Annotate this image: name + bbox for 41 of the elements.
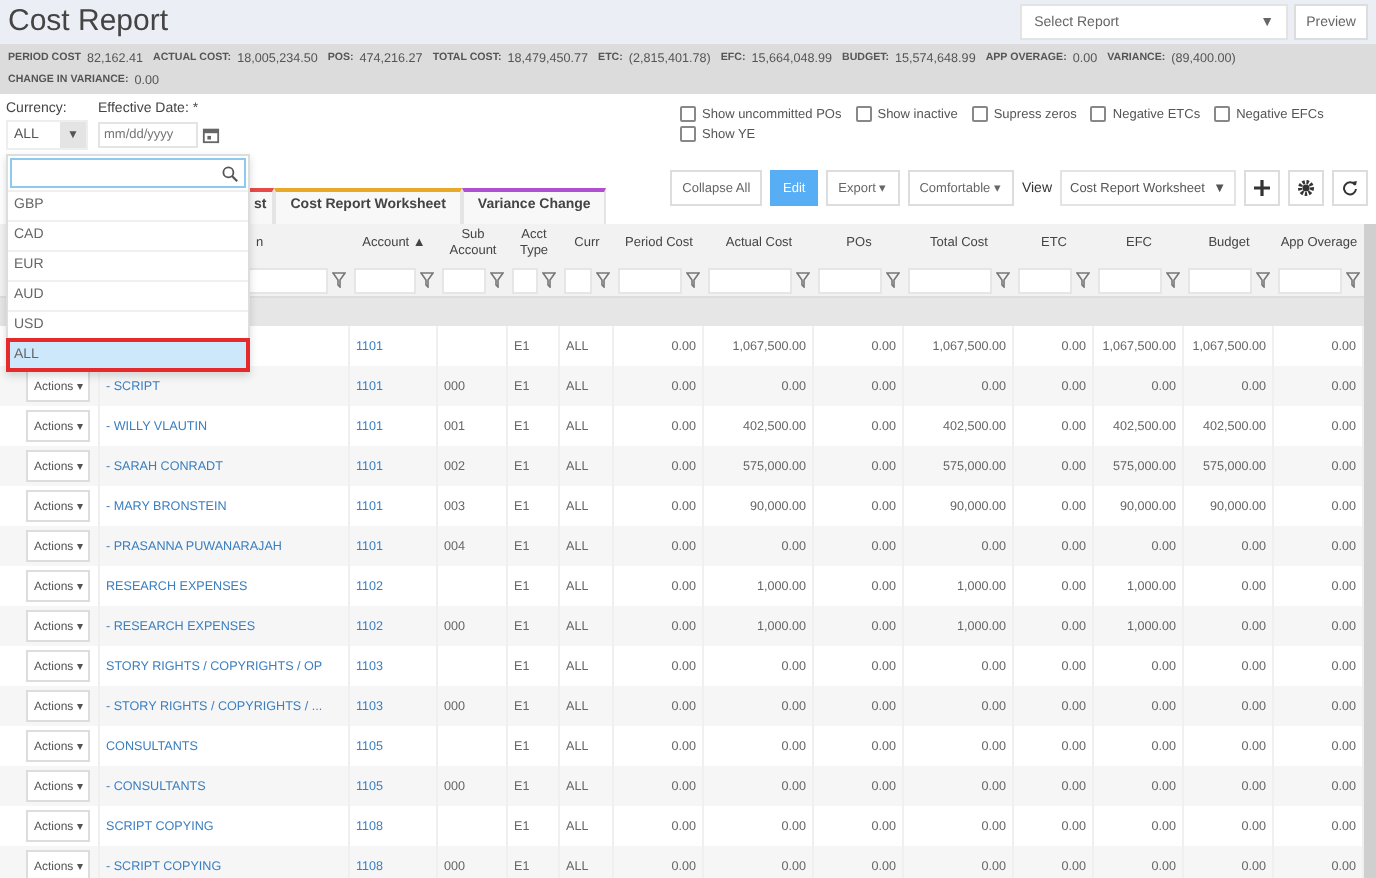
filter-icon[interactable] xyxy=(596,272,610,288)
plus-icon xyxy=(1254,180,1270,196)
calendar-icon[interactable] xyxy=(202,126,220,144)
checkbox[interactable] xyxy=(680,126,696,142)
filter-field[interactable] xyxy=(908,267,992,293)
filter-icon[interactable] xyxy=(490,272,504,288)
filter-icon[interactable] xyxy=(686,272,700,288)
filter-icon[interactable] xyxy=(542,272,556,288)
checkbox[interactable] xyxy=(1214,106,1231,122)
settings-icon xyxy=(1298,180,1314,196)
refresh-icon xyxy=(1342,180,1358,196)
filter-icon[interactable] xyxy=(1256,272,1270,288)
page-title: Cost Report xyxy=(8,4,169,38)
filter-icon[interactable] xyxy=(1166,272,1180,288)
search-icon xyxy=(222,165,238,181)
filter-field[interactable] xyxy=(564,267,592,293)
checkbox[interactable] xyxy=(855,106,872,122)
settings-button[interactable] xyxy=(1288,170,1324,206)
filter-field[interactable] xyxy=(1278,267,1342,293)
filter-icon[interactable] xyxy=(1346,272,1360,288)
filter-field[interactable] xyxy=(354,267,416,293)
filter-icon[interactable] xyxy=(996,272,1010,288)
refresh-button[interactable] xyxy=(1332,170,1368,206)
filter-icon[interactable] xyxy=(332,272,346,288)
filter-icon[interactable] xyxy=(796,272,810,288)
filter-field[interactable] xyxy=(618,267,682,293)
filter-field[interactable] xyxy=(442,267,486,293)
filter-field[interactable] xyxy=(512,267,538,293)
dropdown-search-field[interactable] xyxy=(10,158,246,188)
checkbox[interactable] xyxy=(680,106,696,122)
filter-icon[interactable] xyxy=(1076,272,1090,288)
filter-field[interactable] xyxy=(708,267,792,293)
filter-field[interactable] xyxy=(1098,267,1162,293)
filter-field[interactable] xyxy=(1018,267,1072,293)
checkbox[interactable] xyxy=(971,106,988,122)
checkbox[interactable] xyxy=(1090,106,1107,122)
filter-field[interactable] xyxy=(818,267,882,293)
filter-field[interactable] xyxy=(1188,267,1252,293)
add-button[interactable] xyxy=(1244,170,1280,206)
filter-icon[interactable] xyxy=(886,272,900,288)
filter-icon[interactable] xyxy=(420,272,434,288)
